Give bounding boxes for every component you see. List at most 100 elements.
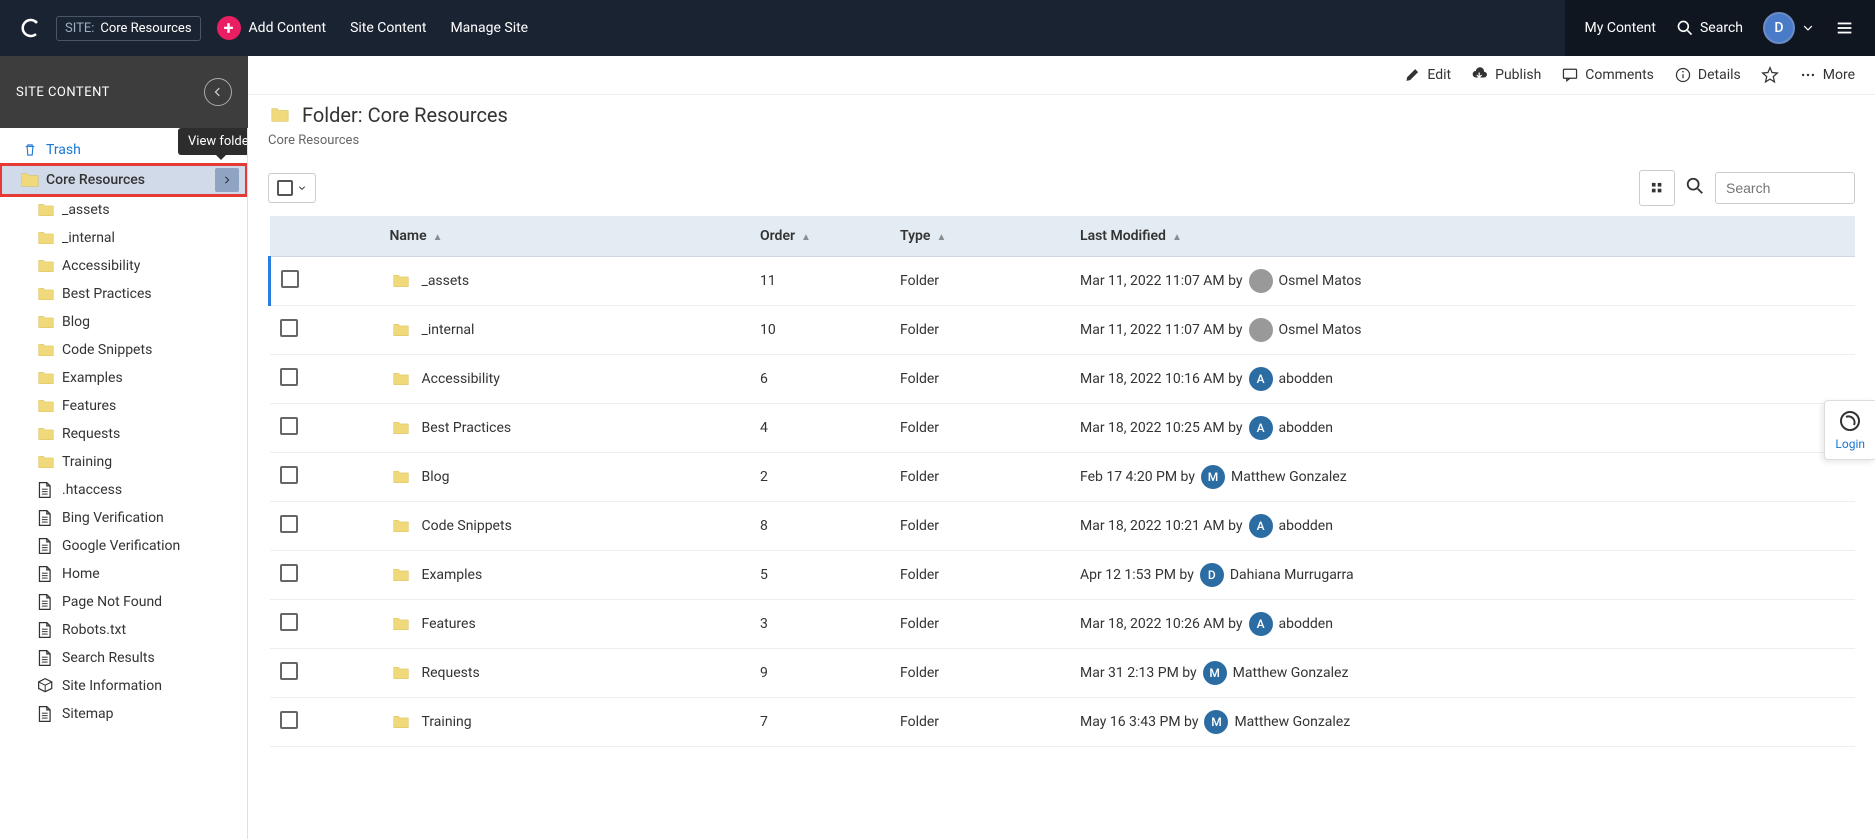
- tree-item[interactable]: Robots.txt: [0, 616, 247, 644]
- item-type: Folder: [890, 502, 1070, 551]
- folder-icon: [20, 170, 40, 190]
- list-toolbar: [248, 160, 1875, 216]
- col-name[interactable]: Name▲: [380, 216, 751, 257]
- modified-user: abodden: [1279, 371, 1333, 387]
- page-icon: [36, 592, 56, 612]
- tree-item[interactable]: _assets: [0, 196, 247, 224]
- tree-item[interactable]: Features: [0, 392, 247, 420]
- row-checkbox[interactable]: [280, 319, 298, 337]
- topbar: SITE: Core Resources + Add Content Site …: [0, 0, 1875, 56]
- hamburger-menu-icon[interactable]: [1835, 18, 1855, 38]
- table-row[interactable]: Examples 5 Folder Apr 12 1:53 PM byDDahi…: [270, 551, 1856, 600]
- modified-date: Mar 18, 2022 10:25 AM by: [1080, 420, 1243, 436]
- nav-manage-site[interactable]: Manage Site: [450, 20, 528, 36]
- tree-item[interactable]: Accessibility: [0, 252, 247, 280]
- item-type: Folder: [890, 698, 1070, 747]
- col-type[interactable]: Type▲: [890, 216, 1070, 257]
- user-menu[interactable]: D: [1763, 12, 1815, 44]
- item-order: 7: [750, 698, 890, 747]
- folder-icon: [36, 340, 56, 360]
- tree-item[interactable]: Code Snippets: [0, 336, 247, 364]
- item-name: Accessibility: [422, 371, 500, 387]
- tree-item[interactable]: Home: [0, 560, 247, 588]
- search-input[interactable]: [1715, 172, 1855, 204]
- nav-site-content[interactable]: Site Content: [350, 20, 426, 36]
- tree-item[interactable]: Blog: [0, 308, 247, 336]
- tree-item[interactable]: Search Results: [0, 644, 247, 672]
- row-checkbox[interactable]: [280, 417, 298, 435]
- item-name: Best Practices: [422, 420, 512, 436]
- site-selector[interactable]: SITE: Core Resources: [56, 16, 201, 41]
- page-icon: [36, 620, 56, 640]
- item-order: 11: [750, 257, 890, 306]
- table-row[interactable]: Features 3 Folder Mar 18, 2022 10:26 AM …: [270, 600, 1856, 649]
- row-checkbox[interactable]: [281, 270, 299, 288]
- item-name: Requests: [422, 665, 480, 681]
- tree-item[interactable]: .htaccess: [0, 476, 247, 504]
- item-name: _assets: [422, 273, 470, 289]
- user-avatar-icon: [1249, 269, 1273, 293]
- expand-folder-button[interactable]: [215, 168, 239, 192]
- tree-root-folder[interactable]: Core Resources: [0, 164, 247, 196]
- edit-button[interactable]: Edit: [1405, 67, 1451, 83]
- tree-item[interactable]: Site Information: [0, 672, 247, 700]
- row-checkbox[interactable]: [280, 564, 298, 582]
- favorite-button[interactable]: [1761, 66, 1779, 84]
- modified-date: Mar 18, 2022 10:26 AM by: [1080, 616, 1243, 632]
- table-row[interactable]: Requests 9 Folder Mar 31 2:13 PM byMMatt…: [270, 649, 1856, 698]
- tree-item[interactable]: Best Practices: [0, 280, 247, 308]
- item-order: 6: [750, 355, 890, 404]
- table-row[interactable]: Training 7 Folder May 16 3:43 PM byMMatt…: [270, 698, 1856, 747]
- tree-item[interactable]: Training: [0, 448, 247, 476]
- page-actions: Edit Publish Comments Details More: [248, 56, 1875, 95]
- user-avatar: D: [1763, 12, 1795, 44]
- tree-item[interactable]: Google Verification: [0, 532, 247, 560]
- item-name: Examples: [422, 567, 483, 583]
- checkbox-icon: [277, 180, 293, 196]
- folder-icon: [36, 200, 56, 220]
- more-button[interactable]: More: [1799, 66, 1855, 84]
- col-order[interactable]: Order▲: [750, 216, 890, 257]
- grid-view-button[interactable]: [1639, 170, 1675, 206]
- tree-item[interactable]: _internal: [0, 224, 247, 252]
- tree-item[interactable]: Requests: [0, 420, 247, 448]
- table-row[interactable]: Accessibility 6 Folder Mar 18, 2022 10:1…: [270, 355, 1856, 404]
- row-checkbox[interactable]: [280, 662, 298, 680]
- login-icon: [1838, 409, 1862, 433]
- tree-item[interactable]: Page Not Found: [0, 588, 247, 616]
- table-row[interactable]: Code Snippets 8 Folder Mar 18, 2022 10:2…: [270, 502, 1856, 551]
- row-checkbox[interactable]: [280, 515, 298, 533]
- chevron-down-icon: [297, 183, 307, 193]
- folder-icon: [390, 713, 412, 731]
- my-content-link[interactable]: My Content: [1585, 20, 1656, 36]
- row-checkbox[interactable]: [280, 368, 298, 386]
- item-order: 8: [750, 502, 890, 551]
- publish-button[interactable]: Publish: [1471, 66, 1541, 84]
- app-logo[interactable]: [16, 14, 44, 42]
- table-row[interactable]: _assets 11 Folder Mar 11, 2022 11:07 AM …: [270, 257, 1856, 306]
- table-row[interactable]: _internal 10 Folder Mar 11, 2022 11:07 A…: [270, 306, 1856, 355]
- tree-item[interactable]: Examples: [0, 364, 247, 392]
- tree-item[interactable]: Sitemap: [0, 700, 247, 728]
- login-tab[interactable]: Login: [1824, 400, 1875, 460]
- select-all-dropdown[interactable]: [268, 173, 316, 203]
- trash-icon: [20, 140, 40, 160]
- modified-date: Mar 11, 2022 11:07 AM by: [1080, 322, 1243, 338]
- collapse-sidebar-button[interactable]: [204, 78, 232, 106]
- col-modified[interactable]: Last Modified▲: [1070, 216, 1855, 257]
- view-folder-tooltip: View folder: [178, 128, 247, 155]
- modified-date: Mar 31 2:13 PM by: [1080, 665, 1197, 681]
- row-checkbox[interactable]: [280, 711, 298, 729]
- table-row[interactable]: Blog 2 Folder Feb 17 4:20 PM byMMatthew …: [270, 453, 1856, 502]
- add-content-button[interactable]: + Add Content: [217, 16, 327, 40]
- folder-icon: [390, 517, 412, 535]
- row-checkbox[interactable]: [280, 613, 298, 631]
- comments-button[interactable]: Comments: [1561, 66, 1654, 84]
- row-checkbox[interactable]: [280, 466, 298, 484]
- tree-item[interactable]: Bing Verification: [0, 504, 247, 532]
- global-search[interactable]: Search: [1676, 19, 1743, 37]
- details-button[interactable]: Details: [1674, 66, 1741, 84]
- table-row[interactable]: Best Practices 4 Folder Mar 18, 2022 10:…: [270, 404, 1856, 453]
- breadcrumb[interactable]: Core Resources: [248, 131, 1875, 160]
- search-toggle-icon[interactable]: [1685, 176, 1705, 200]
